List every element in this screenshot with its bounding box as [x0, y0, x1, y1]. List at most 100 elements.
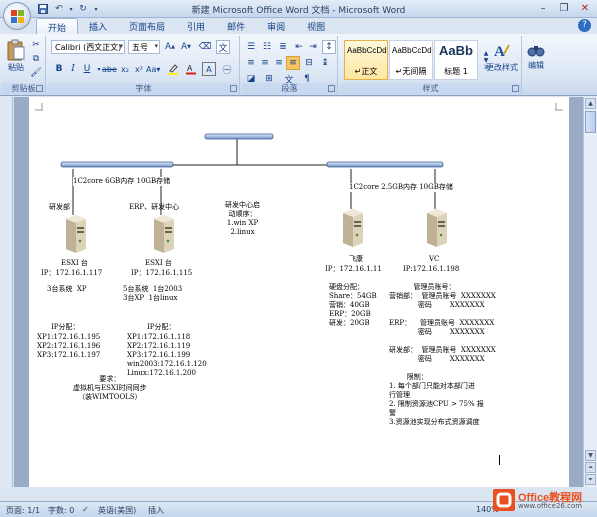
- core-switch-bar: [204, 133, 274, 140]
- paste-button[interactable]: 粘贴: [5, 38, 27, 73]
- limits-text: 限制： 1. 每个部门只能对本部门进 行管理 2. 限制资源池CPU > 75%…: [389, 373, 484, 426]
- bullets-icon[interactable]: ☰: [244, 40, 258, 54]
- vertical-scrollbar[interactable]: ▲ ▼ ⏶ ⏷: [583, 97, 597, 487]
- increase-indent-icon[interactable]: ⇥: [306, 40, 320, 54]
- tab-references[interactable]: 引用: [176, 18, 216, 34]
- disk-allocation: 硬盘分配： Share：54GB 营销：40GB ERP：20GB 研发：20G…: [329, 283, 377, 327]
- help-icon[interactable]: ?: [578, 19, 591, 32]
- server-a-ip: IP：172.16.1.117: [41, 269, 103, 277]
- paragraph-launcher-icon[interactable]: [328, 85, 335, 92]
- ribbon-tabs: 开始 插入 页面布局 引用 邮件 审阅 视图: [36, 18, 336, 34]
- scroll-thumb[interactable]: [585, 111, 596, 133]
- office-watermark-icon: [493, 489, 515, 511]
- word-count[interactable]: 字数: 0: [48, 505, 74, 516]
- svg-text:A: A: [187, 64, 193, 73]
- tab-view[interactable]: 视图: [296, 18, 336, 34]
- scroll-down-icon[interactable]: ▼: [585, 450, 596, 461]
- justify-icon[interactable]: ≡: [286, 56, 300, 70]
- line-spacing-icon[interactable]: ↨: [318, 56, 332, 70]
- server-a-vms: 3台系统 XP: [47, 285, 87, 293]
- grow-font-icon[interactable]: A ▲: [163, 40, 177, 54]
- clipboard-launcher-icon[interactable]: [36, 85, 43, 92]
- highlight-icon[interactable]: [166, 62, 180, 76]
- server-b-vms: 5台系统 1台2003 3台XP 1台linux: [123, 285, 183, 302]
- language-status[interactable]: 英语(美国): [98, 505, 136, 516]
- style-heading-1[interactable]: AaBb 标题 1: [434, 40, 478, 80]
- font-size-combo[interactable]: 五号 ▾: [128, 40, 160, 54]
- tab-review[interactable]: 审阅: [256, 18, 296, 34]
- ip-a-title: IP分配：: [51, 323, 80, 331]
- document-area: 1C2core 6GB内存 10GB存储 研发部 ERP、研发中心 ESXI 台…: [14, 97, 583, 487]
- font-name-combo[interactable]: Calibri (西文正文) ▾: [51, 40, 125, 54]
- close-icon[interactable]: ✕: [575, 1, 595, 16]
- insert-mode[interactable]: 插入: [148, 505, 164, 516]
- vertical-ruler[interactable]: [0, 97, 13, 487]
- tab-mailings[interactable]: 邮件: [216, 18, 256, 34]
- change-styles-icon: A: [492, 40, 512, 62]
- editing-button[interactable]: 编辑: [526, 40, 546, 71]
- font-launcher-icon[interactable]: [230, 85, 237, 92]
- restore-icon[interactable]: ❐: [554, 1, 574, 16]
- next-page-icon[interactable]: ⏷: [585, 474, 596, 485]
- server-c-name: 飞康: [349, 255, 363, 263]
- format-painter-icon[interactable]: 🖌: [29, 66, 43, 80]
- paragraph-group: ☰ ☷ ≣ ⇤ ⇥ ↕ ≡ ≡ ≡ ≡ ⊟ ↨ ◪ ⊞ 文 ¶ 段落: [242, 36, 338, 94]
- minimize-icon[interactable]: –: [533, 1, 553, 16]
- clear-format-icon[interactable]: ⌫: [198, 40, 212, 54]
- cut-icon[interactable]: ✂: [29, 38, 43, 52]
- align-center-icon[interactable]: ≡: [258, 56, 272, 70]
- change-styles-button[interactable]: A 更改样式: [486, 40, 518, 73]
- server-icon: [343, 209, 363, 247]
- office-button[interactable]: [3, 2, 31, 30]
- prev-page-icon[interactable]: ⏶: [585, 462, 596, 473]
- superscript-button[interactable]: x²: [132, 62, 146, 76]
- chevron-down-icon: ▾: [119, 42, 123, 50]
- server-b-name: ESXI 台: [145, 259, 172, 267]
- tab-insert[interactable]: 插入: [78, 18, 118, 34]
- paste-icon: [5, 38, 27, 62]
- multilevel-list-icon[interactable]: ≣: [276, 40, 290, 54]
- startup-order-note: 研发中心启 动顺序： 1.win XP 2.linux: [225, 201, 260, 236]
- decrease-indent-icon[interactable]: ⇤: [292, 40, 306, 54]
- bold-button[interactable]: B: [52, 62, 66, 76]
- change-case-button[interactable]: Aa▾: [146, 62, 160, 76]
- tab-page-layout[interactable]: 页面布局: [118, 18, 176, 34]
- align-left-icon[interactable]: ≡: [244, 56, 258, 70]
- style-no-spacing[interactable]: AaBbCcDd ↵无间隔: [389, 40, 433, 80]
- phonetic-guide-icon[interactable]: 文: [216, 40, 230, 54]
- page-count[interactable]: 页面: 1/1: [6, 505, 40, 516]
- server-b-ip: IP：172.16.1.115: [131, 269, 193, 277]
- italic-button[interactable]: I: [66, 62, 80, 76]
- strikethrough-button[interactable]: abe: [102, 62, 117, 76]
- server-d-name: VC: [429, 255, 440, 263]
- chevron-down-icon: ▾: [154, 42, 158, 50]
- styles-launcher-icon[interactable]: [512, 85, 519, 92]
- enclose-char-icon[interactable]: ㊀: [220, 62, 234, 76]
- requirement-text: 要求： 虚拟机与ESXI时间同步 （装WIMTOOLS）: [73, 375, 147, 401]
- paragraph-group-label: 段落: [242, 83, 337, 94]
- style-normal[interactable]: AaBbCcDd ↵正文: [344, 40, 388, 80]
- sort-icon[interactable]: ↕: [322, 40, 336, 54]
- proofing-icon[interactable]: ✓: [82, 505, 89, 514]
- numbering-icon[interactable]: ☷: [260, 40, 274, 54]
- left-link-label: 1C2core 6GB内存 10GB存储: [73, 177, 171, 186]
- distributed-icon[interactable]: ⊟: [302, 56, 316, 70]
- svg-text:A: A: [494, 44, 505, 60]
- ip-b-title: IP分配：: [147, 323, 176, 331]
- ip-b-list: XP1:172.16.1.118 XP2:172.16.1.119 XP3:17…: [127, 333, 207, 377]
- server-icon: [154, 215, 174, 253]
- tab-home[interactable]: 开始: [36, 18, 79, 34]
- document-page[interactable]: 1C2core 6GB内存 10GB存储 研发部 ERP、研发中心 ESXI 台…: [29, 97, 569, 487]
- shrink-font-icon[interactable]: A ▼: [179, 40, 193, 54]
- server-icon: [66, 215, 86, 253]
- char-border-icon[interactable]: A: [202, 62, 216, 76]
- font-group-label: 字体: [48, 83, 239, 94]
- ip-a-list: XP1:172.16.1.195 XP2:172.16.1.196 XP3:17…: [37, 333, 101, 359]
- server-icon: [427, 209, 447, 247]
- scroll-up-icon[interactable]: ▲: [585, 98, 596, 109]
- copy-icon[interactable]: ⧉: [29, 52, 43, 66]
- subscript-button[interactable]: x₂: [118, 62, 132, 76]
- font-color-icon[interactable]: A: [184, 62, 198, 76]
- align-right-icon[interactable]: ≡: [272, 56, 286, 70]
- editing-group: 编辑: [524, 36, 550, 94]
